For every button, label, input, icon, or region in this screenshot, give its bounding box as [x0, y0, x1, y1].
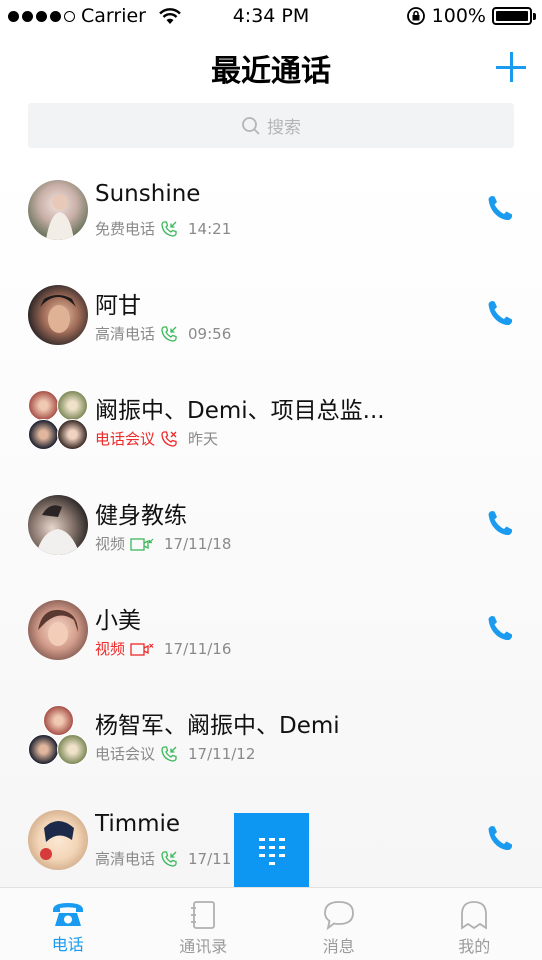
avatar: [28, 180, 88, 240]
avatar: [28, 390, 59, 421]
avatar: [43, 705, 74, 736]
phone-tab-icon: [52, 903, 83, 926]
nav-bar: 最近通话: [0, 34, 542, 98]
group-avatar: [28, 705, 90, 767]
dialpad-button[interactable]: [234, 813, 309, 888]
video-incoming-icon: [130, 537, 154, 551]
call-item[interactable]: 阚振中、Demi、项目总监... 电话会议 昨天: [0, 367, 542, 472]
call-type: 电话会议: [95, 745, 156, 763]
battery-icon: [492, 7, 536, 25]
contact-name: Sunshine: [95, 181, 201, 207]
avatar: [57, 419, 88, 450]
contact-name: 阚振中、Demi、项目总监...: [95, 398, 385, 424]
search-input[interactable]: 搜索: [28, 103, 514, 148]
call-item[interactable]: 杨智军、阚振中、Demi 电话会议 17/11/12: [0, 682, 542, 787]
dialpad-icon: [258, 837, 285, 865]
contact-name: 杨智军、阚振中、Demi: [95, 713, 340, 739]
call-button[interactable]: [486, 194, 514, 222]
avatar: [57, 390, 88, 421]
group-avatar: [28, 390, 90, 452]
call-button[interactable]: [486, 614, 514, 642]
call-type: 高清电话: [95, 325, 156, 343]
call-time: 14:21: [188, 219, 232, 238]
message-icon: [323, 901, 354, 930]
page-title: 最近通话: [211, 54, 331, 89]
phone-missed-icon: [161, 430, 177, 447]
phone-incoming-icon: [161, 325, 177, 342]
call-time: 17/11/16: [164, 639, 232, 658]
battery-percent: 100%: [431, 5, 486, 27]
avatar: [28, 495, 88, 555]
tab-contacts[interactable]: 通讯录: [136, 888, 272, 960]
call-time: 17/11/18: [164, 534, 232, 553]
call-time: 09:56: [188, 324, 232, 343]
tab-phone[interactable]: 电话: [0, 888, 136, 960]
tab-profile[interactable]: 我的: [407, 888, 542, 960]
call-type: 电话会议: [95, 430, 156, 448]
call-time: 17/11: [188, 849, 232, 868]
add-icon[interactable]: [496, 52, 526, 82]
contact-name: 健身教练: [95, 503, 187, 529]
tab-bar: 电话 通讯录 消息 我的: [0, 887, 542, 960]
rotation-lock-icon: [406, 7, 425, 25]
call-button[interactable]: [486, 509, 514, 537]
avatar: [28, 600, 88, 660]
avatar: [28, 419, 59, 450]
call-time: 昨天: [188, 430, 219, 448]
call-type: 视频: [95, 640, 126, 658]
tab-label: 通讯录: [179, 937, 228, 956]
search-icon: [242, 116, 260, 135]
call-type: 免费电话: [95, 220, 156, 238]
search-placeholder: 搜索: [267, 118, 301, 138]
status-bar: Carrier 4:34 PM 100%: [0, 0, 542, 34]
call-button[interactable]: [486, 824, 514, 852]
phone-incoming-icon: [161, 220, 177, 237]
contacts-icon: [191, 901, 216, 929]
contact-name: 小美: [95, 608, 141, 634]
recent-calls-list: Sunshine 免费电话 14:21 阿甘 高清电话 09:56 阚振中、De…: [0, 157, 542, 887]
contact-name: 阿甘: [95, 293, 141, 319]
profile-icon: [461, 901, 488, 930]
call-item[interactable]: 小美 视频 17/11/16: [0, 577, 542, 682]
tab-label: 电话: [51, 935, 84, 954]
call-item[interactable]: 健身教练 视频 17/11/18: [0, 472, 542, 577]
call-item[interactable]: Sunshine 免费电话 14:21: [0, 157, 542, 262]
call-time: 17/11/12: [188, 744, 256, 763]
video-missed-icon: [130, 642, 154, 656]
tab-label: 消息: [322, 937, 355, 956]
call-type: 视频: [95, 535, 126, 553]
tab-messages[interactable]: 消息: [271, 888, 407, 960]
phone-incoming-icon: [161, 850, 177, 867]
phone-incoming-icon: [161, 745, 177, 762]
call-type: 高清电话: [95, 850, 156, 868]
avatar: [28, 810, 88, 870]
contact-name: Timmie: [95, 811, 181, 837]
avatar: [28, 285, 88, 345]
call-item[interactable]: 阿甘 高清电话 09:56: [0, 262, 542, 367]
avatar: [28, 734, 59, 765]
tab-label: 我的: [458, 937, 491, 956]
call-button[interactable]: [486, 299, 514, 327]
avatar: [57, 734, 88, 765]
